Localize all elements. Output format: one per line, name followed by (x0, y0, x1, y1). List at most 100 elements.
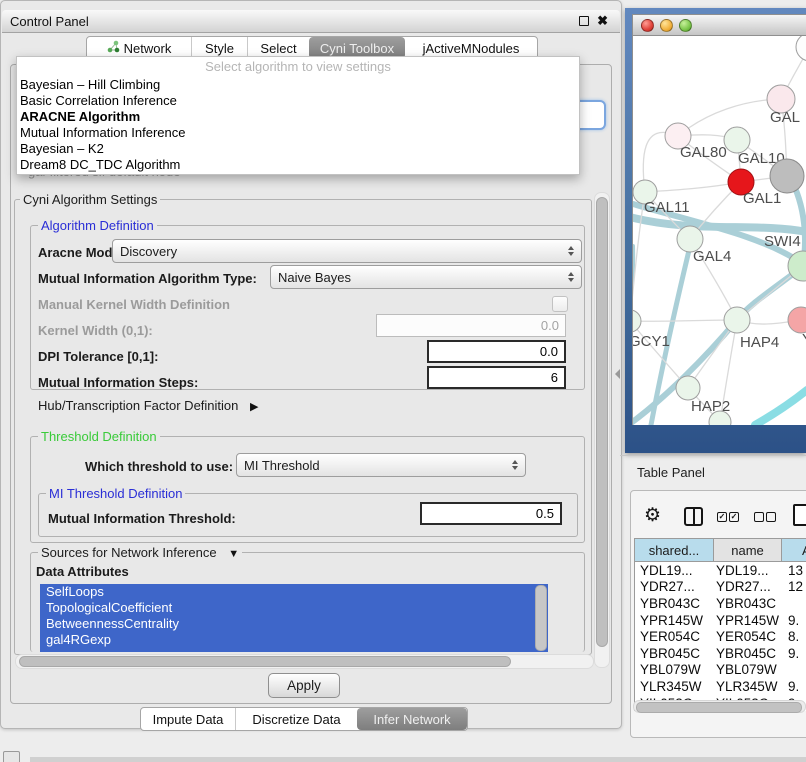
close-traffic-light-icon[interactable] (641, 19, 654, 32)
which-threshold-value: MI Threshold (244, 458, 320, 473)
tab-label: jActiveMNodules (423, 41, 520, 56)
hub-factor-expander[interactable]: Hub/Transcription Factor Definition ▶ (38, 398, 258, 413)
algorithm-option[interactable]: Basic Correlation Inference (17, 93, 579, 109)
table-row[interactable]: YLR345WYLR345W9. (635, 678, 806, 695)
algorithm-option[interactable]: Mutual Information Inference (17, 125, 579, 141)
expander-down-icon: ▼ (228, 548, 239, 561)
tab-label: Style (205, 41, 234, 56)
node-salmon[interactable] (788, 307, 806, 333)
tab-impute-data[interactable]: Impute Data (141, 708, 235, 730)
tab-label: Select (260, 41, 296, 56)
unchecked-column-icon[interactable] (766, 512, 776, 522)
columns-icon[interactable] (684, 507, 703, 526)
dpi-tolerance-field[interactable] (427, 340, 566, 363)
mi-threshold-field[interactable] (420, 502, 562, 525)
table-row[interactable]: YER054CYER054C8. (635, 628, 806, 645)
control-panel-bottom-tabs: Impute DataDiscretize Data Infer Network (140, 707, 468, 731)
mi-threshold-group-title: MI Threshold Definition (46, 487, 185, 500)
table-cell: 9. (781, 679, 806, 694)
mi-steps-field[interactable] (427, 366, 566, 389)
mi-threshold-label: Mutual Information Threshold: (48, 511, 236, 526)
node-gal11-label: GAL11 (644, 199, 690, 216)
column-header-partial[interactable]: A (781, 539, 806, 561)
mi-algorithm-type-combo[interactable]: Naive Bayes (270, 265, 582, 289)
settings-horizontal-scrollbar[interactable] (15, 654, 594, 669)
table-cell: YBL079W (635, 662, 713, 677)
node-gcy1[interactable] (633, 310, 641, 332)
node-gcy1-label: GCY1 (633, 333, 670, 350)
tab-label: Infer Network (373, 712, 450, 727)
node-gal80-label: GAL80 (680, 144, 727, 161)
unchecked-column-icon[interactable] (754, 512, 764, 522)
table-cell: YBR045C (713, 646, 781, 661)
attribute-list-item[interactable]: gal4RGexp (40, 632, 548, 648)
table-cell: 9. (781, 646, 806, 661)
manual-kernel-label: Manual Kernel Width Definition (38, 297, 230, 312)
apply-button[interactable]: Apply (268, 673, 340, 698)
network-tab-icon (107, 40, 120, 56)
table-row[interactable]: YPR145WYPR145W9. (635, 612, 806, 629)
table-cell: YBR043C (635, 596, 713, 611)
table-scrollbar-thumb[interactable] (636, 702, 802, 713)
checked-column-icon[interactable]: ✓ (729, 512, 739, 522)
node-table: shared... name A YDL19...YDL19...13YDR27… (634, 538, 806, 711)
algorithm-option[interactable]: ARACNE Algorithm (17, 109, 579, 125)
settings-vertical-scrollbar[interactable] (594, 192, 610, 668)
table-row[interactable]: YBR043CYBR043C (635, 595, 806, 612)
checked-column-icon[interactable]: ✓ (717, 512, 727, 522)
node-top-right[interactable] (796, 36, 806, 61)
table-cell: YLR345W (713, 679, 781, 694)
algorithm-option[interactable]: Dream8 DC_TDC Algorithm (17, 157, 579, 173)
network-window-titlebar[interactable] (632, 14, 806, 36)
tab-discretize-data[interactable]: Discretize Data (235, 708, 357, 730)
table-row[interactable]: YDL19...YDL19...13 (635, 562, 806, 579)
table-row[interactable]: YDR27...YDR27...12 (635, 579, 806, 596)
data-attributes-list[interactable]: SelfLoopsTopologicalCoefficientBetweenne… (40, 584, 548, 652)
table-panel-title: Table Panel (637, 465, 705, 480)
dock-mini-icon[interactable] (3, 751, 20, 762)
close-icon[interactable]: ✖ (597, 13, 608, 29)
control-panel-titlebar[interactable]: Control Panel ✖ (2, 10, 620, 33)
network-edge[interactable] (755, 390, 806, 425)
splitter-collapse-arrow-icon[interactable] (615, 369, 620, 379)
algorithm-option[interactable]: Bayesian – K2 (17, 141, 579, 157)
desktop: Control Panel ✖ NetworkStyleSelectCyni T… (0, 0, 806, 762)
table-cell: YLR345W (635, 679, 713, 694)
algorithm-option[interactable]: Bayesian – Hill Climbing (17, 77, 579, 93)
attribute-list-item[interactable]: BetweennessCentrality (40, 616, 548, 632)
attributes-list-scrollbar[interactable] (535, 585, 547, 651)
table-row[interactable]: YBR045CYBR045C9. (635, 645, 806, 662)
data-attributes-label: Data Attributes (36, 564, 129, 579)
attribute-list-item[interactable]: SelfLoops (40, 584, 548, 600)
zoom-traffic-light-icon[interactable] (679, 19, 692, 32)
kernel-width-label: Kernel Width (0,1): (38, 323, 153, 338)
network-edge[interactable] (645, 182, 741, 192)
node-gal1-label: GAL1 (743, 190, 781, 207)
network-canvas[interactable]: GALGAL80GAL10GAL1GAL11GAL4SWI4GCY1HAP4YH… (632, 36, 806, 425)
float-icon[interactable] (579, 16, 589, 26)
tab-infer-network[interactable]: Infer Network (357, 708, 467, 730)
network-svg[interactable]: GALGAL80GAL10GAL1GAL11GAL4SWI4GCY1HAP4YH… (633, 36, 806, 425)
attribute-list-item[interactable]: TopologicalCoefficient (40, 600, 548, 616)
mi-algorithm-type-value: Naive Bayes (278, 270, 351, 285)
which-threshold-combo[interactable]: MI Threshold (236, 453, 526, 477)
aracne-mode-combo[interactable]: Discovery (112, 239, 582, 263)
gear-icon[interactable]: ⚙ (644, 504, 661, 527)
node-gray[interactable] (770, 159, 804, 193)
node-gal4-label: GAL4 (693, 248, 731, 265)
table-cell: YDL19... (713, 563, 781, 578)
node-hap2[interactable] (676, 376, 700, 400)
tab-label: Network (124, 41, 172, 56)
stepper-arrows-icon (568, 246, 574, 256)
node-hap4[interactable] (724, 307, 750, 333)
page-icon[interactable] (793, 504, 806, 526)
table-cell: YBR045C (635, 646, 713, 661)
minimize-traffic-light-icon[interactable] (660, 19, 673, 32)
algorithm-dropdown-popup: Select algorithm to view settings Bayesi… (16, 56, 580, 175)
control-panel-title: Control Panel (10, 14, 89, 29)
column-header-name[interactable]: name (713, 539, 781, 561)
table-row[interactable]: YBL079WYBL079W (635, 662, 806, 679)
column-header-shared-name[interactable]: shared... (635, 539, 713, 561)
sources-expander[interactable]: Sources for Network Inference ▼ (38, 546, 242, 561)
network-edge[interactable] (633, 320, 737, 321)
